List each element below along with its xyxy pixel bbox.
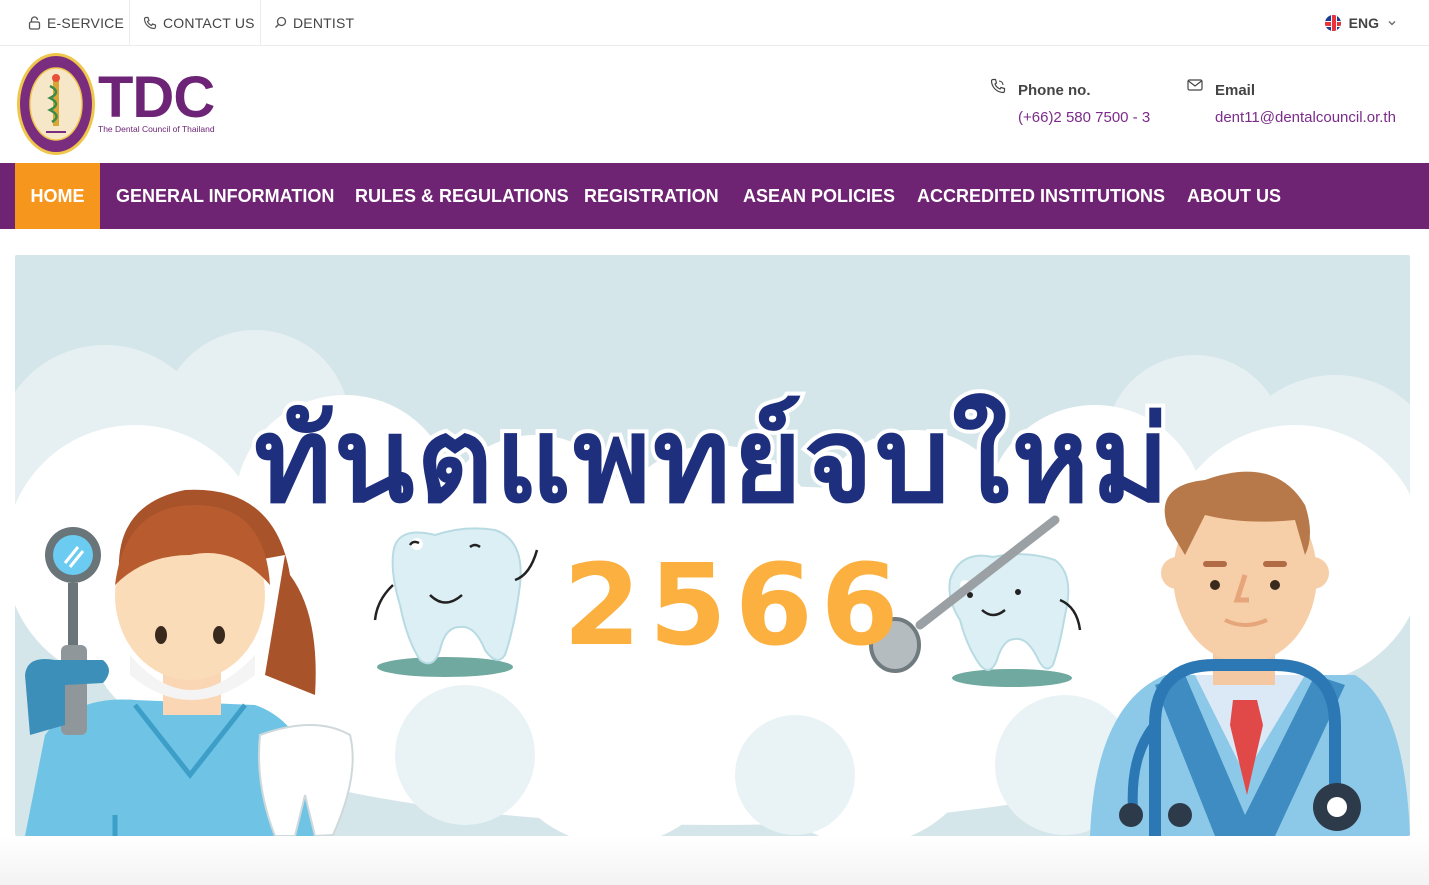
uk-flag-icon <box>1324 14 1341 31</box>
nav-asean-policies[interactable]: ASEAN POLICIES <box>743 163 895 229</box>
envelope-icon <box>1187 79 1203 91</box>
phone-number-link[interactable]: (+66)2 580 7500 - 3 <box>1018 109 1150 126</box>
divider <box>260 0 261 45</box>
nav-accredited-institutions[interactable]: ACCREDITED INSTITUTIONS <box>917 163 1165 229</box>
tdc-logo-text[interactable]: TDC <box>98 68 215 128</box>
nav-registration[interactable]: REGISTRATION <box>584 163 719 229</box>
nav-general-information[interactable]: GENERAL INFORMATION <box>116 163 334 229</box>
language-selector[interactable]: ENG <box>1324 0 1397 45</box>
language-label: ENG <box>1348 14 1379 31</box>
eservice-label: E-SERVICE <box>47 14 125 31</box>
dentist-search-link[interactable]: DENTIST <box>274 0 354 45</box>
phone-icon <box>990 78 1006 94</box>
dentist-label: DENTIST <box>293 14 355 31</box>
hero-banner[interactable]: ทันตแพทย์จบใหม่ 2566 <box>15 255 1410 836</box>
nav-rules-regulations[interactable]: RULES & REGULATIONS <box>355 163 569 229</box>
site-header: TDC The Dental Council of Thailand Phone… <box>0 46 1429 163</box>
nav-about-us[interactable]: ABOUT US <box>1187 163 1281 229</box>
email-link[interactable]: dent11@dentalcouncil.or.th <box>1215 109 1396 126</box>
tdc-logo-subtitle: The Dental Council of Thailand <box>98 124 215 134</box>
eservice-link[interactable]: E-SERVICE <box>28 0 124 45</box>
banner-year: 2566 <box>563 541 907 671</box>
email-label: Email <box>1215 82 1256 99</box>
contact-us-label: CONTACT US <box>163 14 255 31</box>
chevron-down-icon <box>1388 20 1396 25</box>
main-navigation: HOME GENERAL INFORMATION RULES & REGULAT… <box>0 163 1429 229</box>
top-utility-bar: E-SERVICE CONTACT US DENTIST ENG <box>0 0 1429 46</box>
banner-title: ทันตแพทย์จบใหม่ <box>250 387 1173 533</box>
contact-us-link[interactable]: CONTACT US <box>143 0 255 45</box>
phone-label: Phone no. <box>1018 82 1091 99</box>
search-icon <box>275 16 287 28</box>
dental-council-seal-logo[interactable] <box>16 52 96 156</box>
lock-icon <box>28 15 41 30</box>
divider <box>129 0 130 45</box>
phone-icon <box>143 16 157 29</box>
nav-home[interactable]: HOME <box>15 163 100 229</box>
page-content-area <box>0 836 1429 885</box>
